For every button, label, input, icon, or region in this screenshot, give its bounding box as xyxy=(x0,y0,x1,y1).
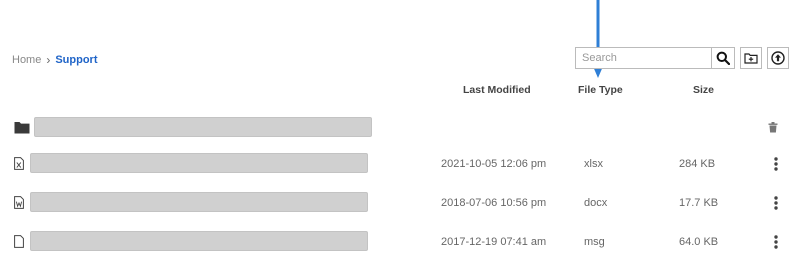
folder-icon xyxy=(14,122,30,134)
new-folder-button[interactable] xyxy=(740,47,762,69)
file-name-redacted[interactable] xyxy=(30,231,368,251)
file-name-redacted[interactable] xyxy=(30,153,368,173)
file-type-value: msg xyxy=(584,236,605,248)
kebab-menu-icon[interactable] xyxy=(773,156,779,172)
size-value: 284 KB xyxy=(679,158,716,170)
file-icon xyxy=(14,235,24,248)
list-item-file[interactable]: 2021-10-05 12:06 pm xlsx 284 KB xyxy=(0,153,800,175)
toolbar xyxy=(575,47,789,69)
kebab-menu-icon[interactable] xyxy=(773,195,779,211)
word-file-icon xyxy=(14,196,24,209)
last-modified-value: 2017-12-19 07:41 am xyxy=(441,236,547,248)
list-item-folder[interactable] xyxy=(0,117,800,139)
breadcrumb-current: Support xyxy=(55,54,98,66)
size-value: 64.0 KB xyxy=(679,236,719,248)
search-box xyxy=(575,47,735,69)
size-value: 17.7 KB xyxy=(679,197,719,209)
breadcrumb-separator-icon: › xyxy=(46,53,51,67)
file-name-redacted[interactable] xyxy=(34,117,372,137)
breadcrumb: Home › Support xyxy=(12,53,98,67)
last-modified-value: 2021-10-05 12:06 pm xyxy=(441,158,547,170)
file-type-value: xlsx xyxy=(584,158,603,170)
file-type-value: docx xyxy=(584,197,608,209)
search-icon xyxy=(716,51,730,65)
kebab-menu-icon[interactable] xyxy=(773,234,779,250)
column-header-size[interactable]: Size xyxy=(693,84,714,96)
list-item-file[interactable]: 2018-07-06 10:56 pm docx 17.7 KB xyxy=(0,192,800,214)
last-modified-value: 2018-07-06 10:56 pm xyxy=(441,197,547,209)
column-header-file-type[interactable]: File Type xyxy=(578,84,623,96)
upload-icon xyxy=(771,51,785,65)
column-header-last-modified[interactable]: Last Modified xyxy=(463,84,531,96)
upload-button[interactable] xyxy=(767,47,789,69)
new-folder-icon xyxy=(744,53,758,64)
file-name-redacted[interactable] xyxy=(30,192,368,212)
search-button[interactable] xyxy=(711,47,735,69)
trash-icon[interactable] xyxy=(768,122,778,133)
list-item-file[interactable]: 2017-12-19 07:41 am msg 64.0 KB xyxy=(0,231,800,253)
excel-file-icon xyxy=(14,157,24,170)
breadcrumb-home[interactable]: Home xyxy=(12,54,41,66)
search-input[interactable] xyxy=(575,47,711,69)
